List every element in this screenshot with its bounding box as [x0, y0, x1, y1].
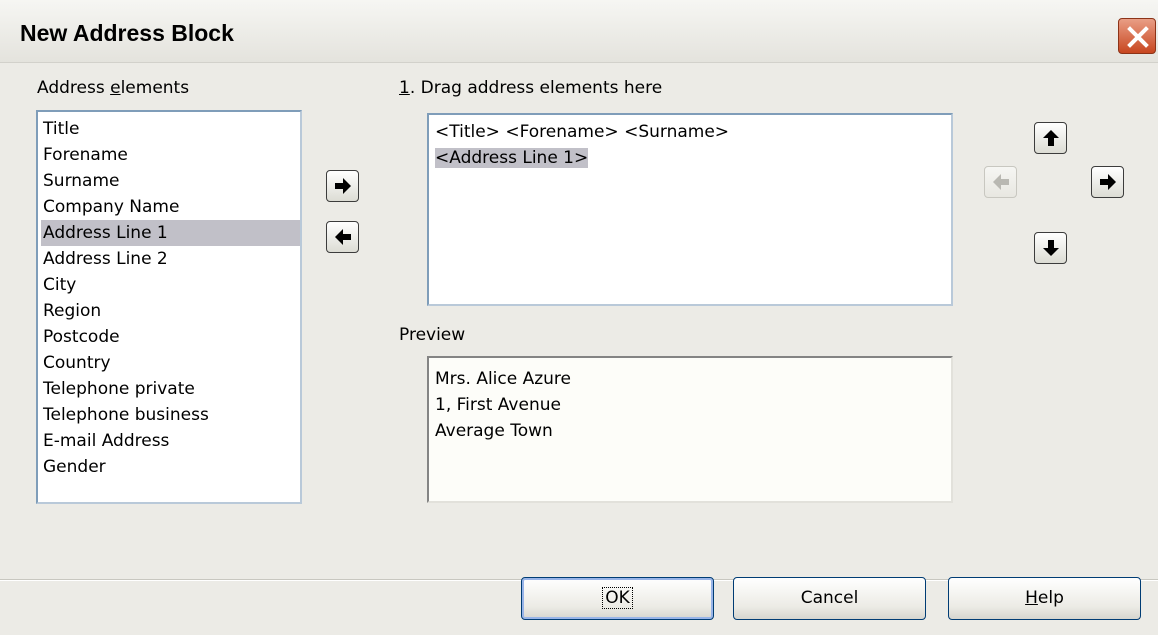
address-element-item[interactable]: Telephone private	[41, 376, 195, 402]
address-element-item[interactable]: Title	[41, 116, 79, 142]
title-bar: New Address Block	[0, 0, 1158, 63]
arrow-right-icon	[335, 178, 351, 194]
add-element-button[interactable]	[326, 170, 359, 202]
drag-area-label: 1. Drag address elements here	[399, 78, 663, 98]
address-element-item[interactable]: Forename	[41, 142, 128, 168]
remove-element-button[interactable]	[326, 221, 359, 253]
help-button[interactable]: Help	[948, 577, 1141, 620]
move-up-button[interactable]	[1034, 122, 1067, 154]
preview-box: Mrs. Alice Azure 1, First Avenue Average…	[427, 356, 953, 503]
address-line-1[interactable]: <Title> <Forename> <Surname>	[435, 119, 729, 145]
address-element-item[interactable]: Region	[41, 298, 101, 324]
cancel-button[interactable]: Cancel	[733, 577, 926, 620]
address-elements-list[interactable]: Title Forename Surname Company Name Address …	[36, 110, 302, 504]
address-element-item[interactable]: Gender	[41, 454, 106, 480]
close-button[interactable]	[1118, 18, 1156, 54]
preview-line-2: 1, First Avenue	[435, 395, 561, 415]
address-line-2[interactable]: <Address Line 1>	[435, 145, 589, 171]
address-element-item[interactable]: Telephone business	[41, 402, 209, 428]
address-element-item[interactable]: Country	[41, 350, 111, 376]
arrow-left-icon	[335, 229, 351, 245]
move-right-button[interactable]	[1091, 166, 1124, 198]
ok-button[interactable]: OK	[521, 577, 714, 620]
address-element-item[interactable]: Surname	[41, 168, 119, 194]
arrow-down-icon	[1043, 240, 1059, 256]
close-icon	[1127, 26, 1149, 48]
address-element-item[interactable]: Address Line 1	[41, 220, 300, 246]
move-down-button[interactable]	[1034, 232, 1067, 264]
move-left-button[interactable]	[984, 166, 1017, 198]
arrow-right-icon	[1100, 174, 1116, 190]
address-element-item[interactable]: Postcode	[41, 324, 120, 350]
address-element-item[interactable]: City	[41, 272, 76, 298]
preview-line-1: Mrs. Alice Azure	[435, 369, 572, 389]
preview-line-3: Average Town	[435, 421, 553, 441]
address-element-item[interactable]: E-mail Address	[41, 428, 169, 454]
address-element-item[interactable]: Company Name	[41, 194, 179, 220]
address-block-editor[interactable]: <Title> <Forename> <Surname> <Address Li…	[427, 113, 953, 306]
arrow-left-icon	[993, 174, 1009, 190]
window-title: New Address Block	[20, 20, 234, 46]
address-element-item[interactable]: Address Line 2	[41, 246, 168, 272]
cancel-button-label: Cancel	[800, 588, 859, 608]
ok-button-label: OK	[602, 587, 633, 609]
arrow-up-icon	[1043, 130, 1059, 146]
help-button-label: Help	[1025, 588, 1064, 608]
preview-label: Preview	[399, 325, 466, 345]
address-token-selected[interactable]: <Address Line 1>	[435, 148, 589, 168]
address-elements-label: Address elements	[37, 78, 190, 98]
